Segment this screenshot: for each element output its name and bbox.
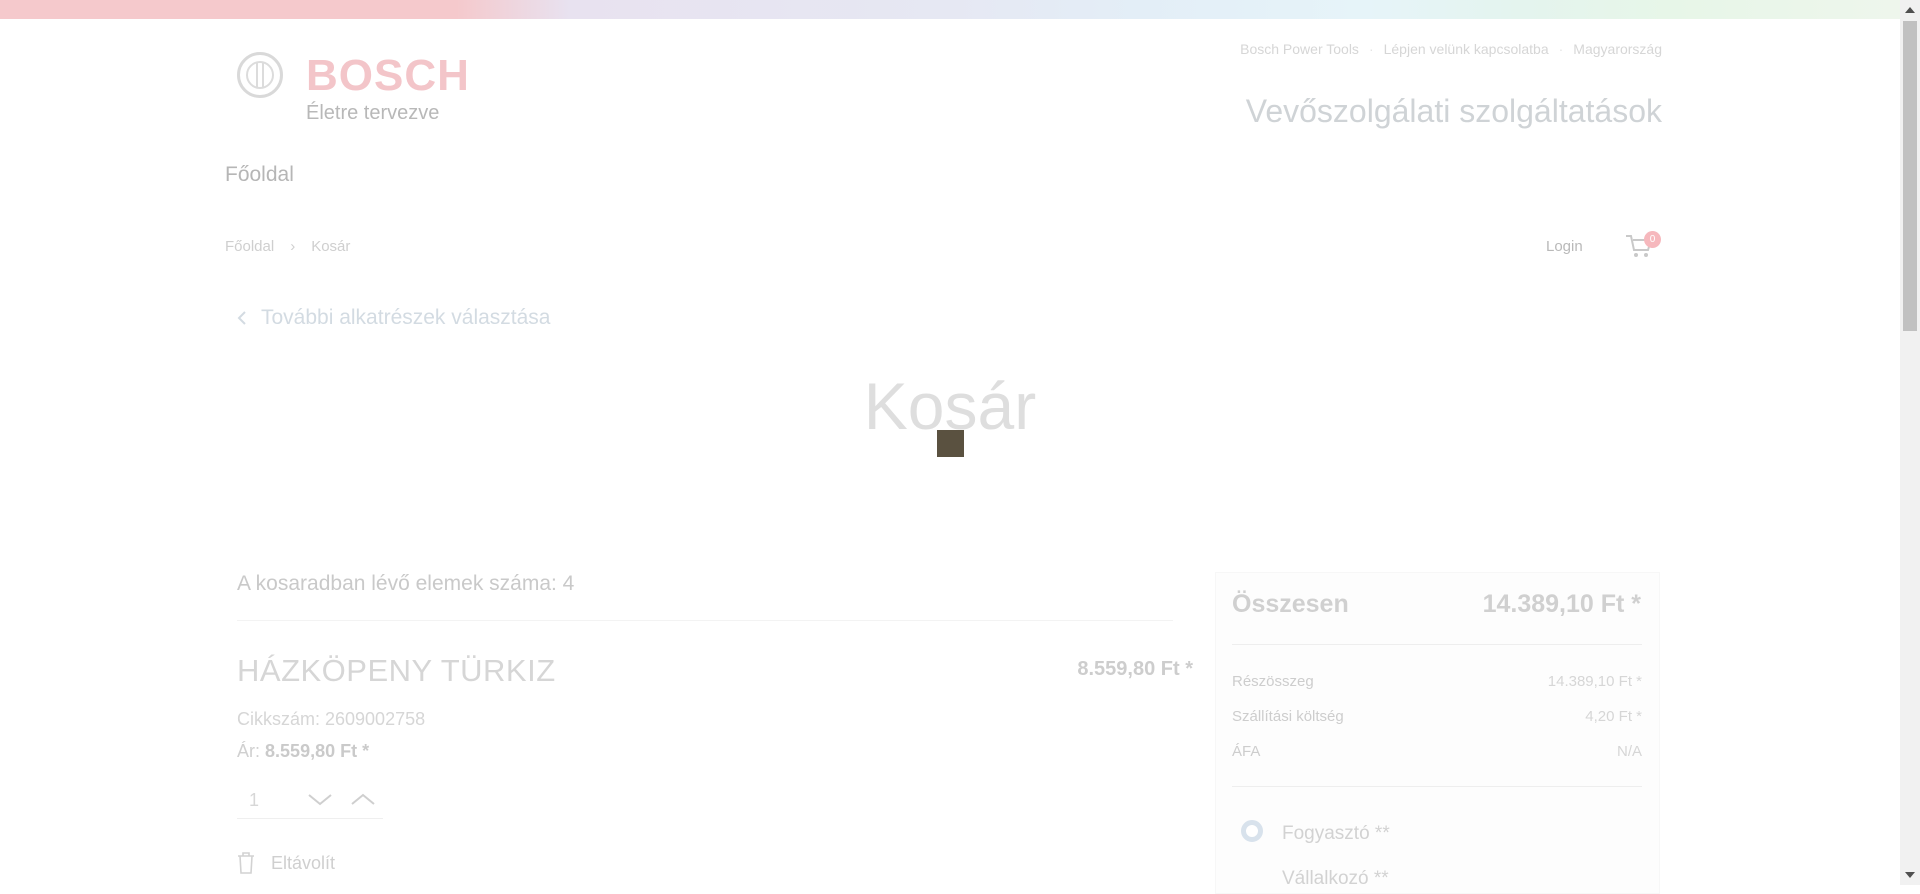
breadcrumb-separator: › (290, 238, 296, 255)
summary-total-label: Összesen (1232, 590, 1349, 618)
top-link-country[interactable]: Magyarország (1573, 41, 1662, 57)
breadcrumb: Főoldal › Kosár (225, 238, 350, 255)
product-line-price: 8.559,80 Ft * (1077, 658, 1193, 680)
back-link-label: További alkatrészek választása (261, 306, 551, 329)
cart-count-badge: 0 (1644, 231, 1661, 248)
login-link[interactable]: Login (1546, 238, 1583, 255)
summary-row-vat: ÁFA N/A (1232, 743, 1642, 760)
chevron-left-icon (237, 311, 246, 325)
summary-row-label: ÁFA (1232, 743, 1261, 760)
unit-price-label: Ár: (237, 741, 261, 761)
top-links: Bosch Power Tools · Lépjen velünk kapcso… (1240, 41, 1662, 57)
scroll-up-arrow-icon[interactable] (1905, 7, 1915, 13)
bosch-logo-icon[interactable] (237, 52, 283, 98)
top-link-separator: · (1558, 41, 1564, 57)
nav-item-home[interactable]: Főoldal (225, 163, 294, 187)
top-link-contact[interactable]: Lépjen velünk kapcsolatba (1384, 41, 1549, 57)
order-summary: Összesen 14.389,10 Ft * Részösszeg 14.38… (1215, 572, 1660, 894)
summary-total-value: 14.389,10 Ft * (1482, 590, 1641, 618)
customer-type-consumer-radio[interactable] (1241, 820, 1263, 842)
summary-row-label: Részösszeg (1232, 673, 1314, 690)
summary-divider (1232, 786, 1642, 787)
quantity-stepper: 1 (237, 781, 383, 819)
chevron-up-icon[interactable] (350, 789, 376, 809)
summary-divider (1232, 644, 1642, 645)
customer-type-consumer-label[interactable]: Fogyasztó ** (1282, 823, 1390, 845)
product-name[interactable]: HÁZKÖPENY TÜRKIZ (237, 653, 556, 689)
breadcrumb-current: Kosár (311, 238, 351, 255)
unit-price-value: 8.559,80 Ft * (265, 741, 370, 761)
summary-row-value: 14.389,10 Ft * (1547, 673, 1642, 690)
product-unit-price: Ár: 8.559,80 Ft * (237, 741, 369, 762)
service-title[interactable]: Vevőszolgálati szolgáltatások (1246, 93, 1662, 130)
product-sku: Cikkszám: 2609002758 (237, 709, 426, 729)
summary-row-label: Szállítási költség (1232, 708, 1344, 725)
remove-item-button[interactable]: Eltávolít (237, 852, 335, 874)
scroll-down-arrow-icon[interactable] (1905, 872, 1915, 878)
customer-type-business-label[interactable]: Vállalkozó ** (1282, 868, 1389, 890)
breadcrumb-home[interactable]: Főoldal (225, 238, 274, 255)
summary-row-value: 4,20 Ft * (1585, 708, 1642, 725)
trash-icon (238, 852, 254, 874)
loading-spinner (937, 430, 964, 457)
summary-row-value: N/A (1616, 743, 1642, 760)
top-link-power-tools[interactable]: Bosch Power Tools (1240, 41, 1359, 57)
top-color-bar (0, 0, 1900, 19)
page-scrollbar[interactable] (1900, 0, 1920, 885)
cart-items-count: A kosaradban lévő elemek száma: 4 (237, 572, 575, 595)
brand-name[interactable]: BOSCH (306, 51, 470, 101)
scrollbar-thumb[interactable] (1903, 21, 1917, 331)
back-to-parts-link[interactable]: További alkatrészek választása (237, 306, 550, 330)
top-link-separator: · (1368, 41, 1374, 57)
chevron-down-icon[interactable] (307, 789, 333, 809)
summary-row-subtotal: Részösszeg 14.389,10 Ft * (1232, 673, 1642, 690)
divider (237, 620, 1173, 621)
summary-row-shipping: Szállítási költség 4,20 Ft * (1232, 708, 1642, 725)
brand-tagline: Életre tervezve (306, 102, 440, 124)
quantity-input[interactable]: 1 (249, 790, 259, 811)
remove-label: Eltávolít (271, 852, 336, 873)
